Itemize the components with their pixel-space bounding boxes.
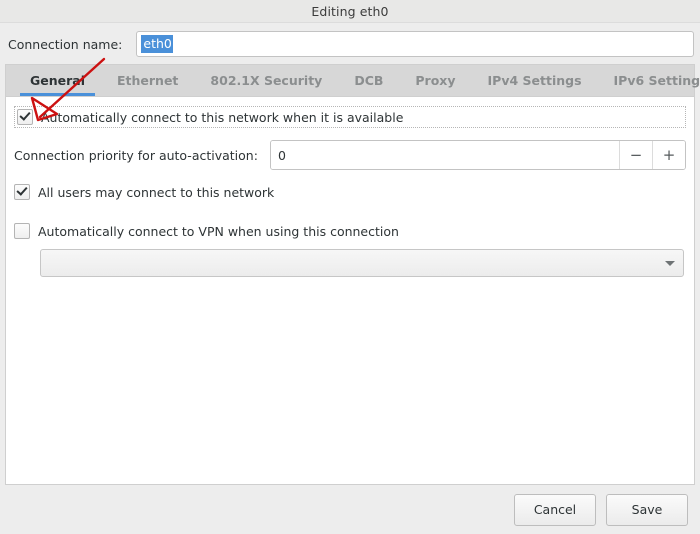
dialog-action-bar: Cancel Save [0,485,700,534]
tab-bar: General Ethernet 802.1X Security DCB Pro… [5,64,700,96]
all-users-checkbox[interactable] [14,184,30,200]
tab-8021x-security-label: 802.1X Security [210,73,323,88]
cancel-button[interactable]: Cancel [514,493,596,526]
connection-name-row: Connection name: eth0 [0,23,700,65]
connection-priority-label: Connection priority for auto-activation: [14,147,258,163]
vpn-autoconnect-row[interactable]: Automatically connect to VPN when using … [14,220,686,242]
general-tab-panel: Automatically connect to this network wh… [5,96,695,485]
connection-name-value: eth0 [141,35,173,53]
save-button[interactable]: Save [606,493,688,526]
vpn-combo-row [14,248,686,278]
tab-ipv6-settings[interactable]: IPv6 Settings [598,65,700,96]
settings-notebook: General Ethernet 802.1X Security DCB Pro… [5,64,700,485]
tab-proxy[interactable]: Proxy [399,65,471,96]
autoconnect-row[interactable]: Automatically connect to this network wh… [14,106,686,128]
priority-decrement-button[interactable]: − [619,141,652,169]
vpn-autoconnect-checkbox[interactable] [14,223,30,239]
tab-ethernet[interactable]: Ethernet [101,65,194,96]
priority-increment-button[interactable]: + [652,141,685,169]
connection-name-label: Connection name: [8,36,123,52]
connection-priority-row: Connection priority for auto-activation:… [14,140,686,170]
all-users-row[interactable]: All users may connect to this network [14,181,686,203]
autoconnect-label: Automatically connect to this network wh… [41,109,404,125]
tab-dcb[interactable]: DCB [338,65,399,96]
tab-ipv4-settings-label: IPv4 Settings [487,73,582,88]
tab-dcb-label: DCB [354,73,384,88]
tab-ipv6-settings-label: IPv6 Settings [613,73,700,88]
tab-ipv4-settings[interactable]: IPv4 Settings [472,65,598,96]
window-title: Editing eth0 [311,3,389,19]
vpn-combo-box[interactable] [40,249,684,277]
tab-general-label: General [30,73,85,88]
connection-priority-spinner[interactable]: 0 − + [269,140,686,170]
tab-proxy-label: Proxy [415,73,456,88]
connection-name-input[interactable]: eth0 [136,31,694,57]
tab-8021x-security[interactable]: 802.1X Security [194,65,338,96]
all-users-label: All users may connect to this network [38,184,275,200]
autoconnect-checkbox[interactable] [17,109,33,125]
window-titlebar: Editing eth0 [0,0,700,23]
chevron-down-icon [665,260,675,266]
tab-ethernet-label: Ethernet [117,73,179,88]
connection-priority-value[interactable]: 0 [270,141,619,169]
vpn-autoconnect-label: Automatically connect to VPN when using … [38,223,399,239]
tab-general[interactable]: General [14,65,101,96]
